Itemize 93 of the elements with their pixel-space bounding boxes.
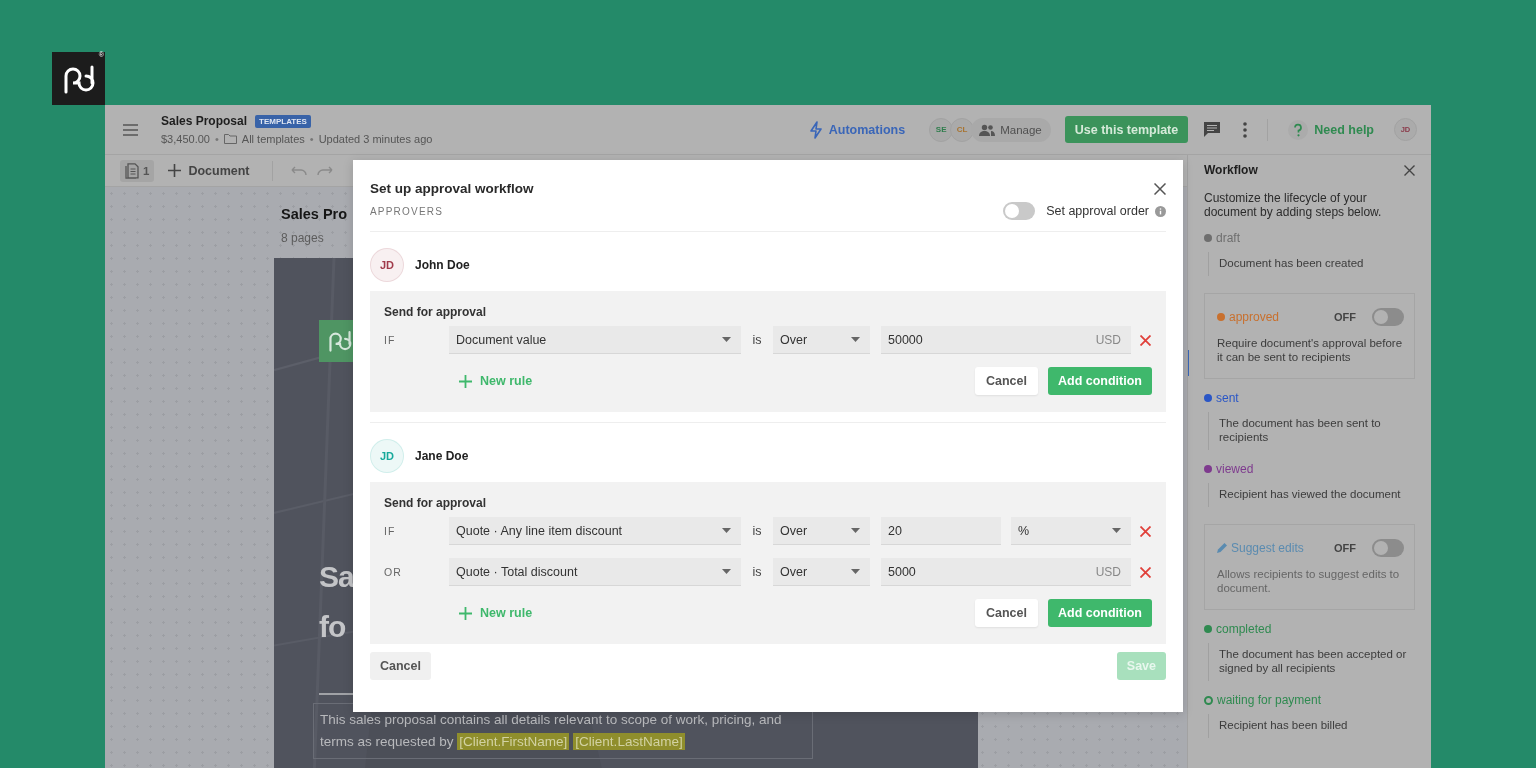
condition-title: Send for approval xyxy=(384,305,488,319)
panel-description: Customize the lifecycle of your document by adding steps below. xyxy=(1204,191,1383,219)
toggle-state: OFF xyxy=(1334,311,1356,323)
step-description: Recipient has been billed xyxy=(1208,714,1415,738)
separator-dot: • xyxy=(309,133,314,145)
approver-name: Jane Doe xyxy=(415,449,469,463)
value-field[interactable]: 20 xyxy=(881,517,1001,545)
lightning-icon xyxy=(808,120,823,139)
step-description: The document has been accepted or signed by all recipients xyxy=(1208,643,1415,681)
toggle-switch[interactable] xyxy=(1372,308,1404,326)
step-description: Allows recipients to suggest edits to document. xyxy=(1217,567,1401,595)
cover-heading: fo xyxy=(319,609,346,645)
add-condition-button[interactable]: Add condition xyxy=(1048,367,1152,395)
panel-title: Workflow xyxy=(1204,163,1258,177)
close-icon[interactable] xyxy=(1404,164,1415,176)
approver-name: John Doe xyxy=(415,258,470,272)
caret-icon xyxy=(722,337,731,342)
templates-badge: TEMPLATES xyxy=(255,114,311,128)
more-icon[interactable] xyxy=(1243,121,1248,138)
step-label: waiting for payment xyxy=(1217,693,1322,707)
value-field[interactable]: 50000 USD xyxy=(881,326,1131,354)
help-icon xyxy=(1288,119,1309,140)
step-description: The document has been sent to recipients xyxy=(1208,412,1415,450)
connector-label: IF xyxy=(384,525,397,537)
step-label: completed xyxy=(1216,622,1272,636)
section-label: APPROVERS xyxy=(370,205,444,217)
approver-avatar: JD xyxy=(370,248,404,282)
pages-icon xyxy=(125,162,139,179)
cancel-button[interactable]: Cancel xyxy=(975,367,1038,395)
comment-icon[interactable] xyxy=(1203,121,1222,138)
operator-dropdown[interactable]: Over xyxy=(773,558,870,586)
manage-button[interactable]: Manage xyxy=(971,117,1051,142)
updated-text: Updated 3 minutes ago xyxy=(318,133,433,145)
folder-link[interactable]: All templates xyxy=(241,133,305,145)
info-icon[interactable] xyxy=(1155,205,1166,217)
connector-label: IF xyxy=(384,334,397,346)
operator-dropdown[interactable]: Over xyxy=(773,326,870,354)
remove-icon[interactable] xyxy=(1140,334,1151,346)
step-label: approved xyxy=(1229,310,1280,324)
menu-icon[interactable] xyxy=(123,123,138,136)
remove-icon[interactable] xyxy=(1140,525,1151,537)
toggle-state: OFF xyxy=(1334,542,1356,554)
field-dropdown[interactable]: Document value xyxy=(449,326,741,354)
page-count: 8 pages xyxy=(281,231,324,245)
field-dropdown[interactable]: Quote · Total discount xyxy=(449,558,741,586)
plus-icon xyxy=(168,164,182,177)
plus-icon xyxy=(459,374,472,388)
cancel-button[interactable]: Cancel xyxy=(370,652,431,680)
approver-avatar: JD xyxy=(370,439,404,473)
document-title: Sales Proposal xyxy=(161,114,248,128)
comparator-label: is xyxy=(751,524,763,538)
people-icon xyxy=(979,123,996,136)
add-condition-button[interactable]: Add condition xyxy=(1048,599,1152,627)
caret-icon xyxy=(851,337,860,342)
new-rule-button[interactable]: New rule xyxy=(459,374,533,388)
step-label: draft xyxy=(1216,231,1240,245)
new-rule-button[interactable]: New rule xyxy=(459,606,533,620)
caret-icon xyxy=(722,528,731,533)
step-description: Recipient has viewed the document xyxy=(1208,483,1415,507)
plus-icon xyxy=(459,606,472,620)
toggle-label: Set approval order xyxy=(1046,204,1149,218)
add-document-button[interactable]: Document xyxy=(164,163,254,178)
close-icon[interactable] xyxy=(1154,182,1166,195)
connector-label: OR xyxy=(384,566,403,578)
remove-icon[interactable] xyxy=(1140,566,1151,578)
step-description: Document has been created xyxy=(1208,252,1415,276)
comparator-label: is xyxy=(751,565,763,579)
cover-heading: Sa xyxy=(319,559,354,595)
step-description: Require document's approval before it can be sent to recipients xyxy=(1217,336,1404,364)
caret-icon xyxy=(851,569,860,574)
operator-dropdown[interactable]: Over xyxy=(773,517,870,545)
folder-icon xyxy=(223,134,237,144)
step-label: Suggest edits xyxy=(1231,541,1304,555)
comparator-label: is xyxy=(751,333,763,347)
step-label: sent xyxy=(1216,391,1239,405)
dialog-title: Set up approval workflow xyxy=(370,181,534,196)
field-dropdown[interactable]: Quote · Any line item discount xyxy=(449,517,741,545)
pages-button[interactable]: 1 xyxy=(120,159,155,182)
unit-dropdown[interactable]: % xyxy=(1011,517,1131,545)
caret-icon xyxy=(722,569,731,574)
value-field[interactable]: 5000 USD xyxy=(881,558,1131,586)
caret-icon xyxy=(1112,528,1121,533)
step-label: viewed xyxy=(1216,462,1254,476)
document-name: Sales Pro xyxy=(281,206,348,222)
caret-icon xyxy=(851,528,860,533)
automations-button[interactable]: Automations xyxy=(808,120,906,139)
price-text: $3,450.00 xyxy=(161,133,210,145)
logo-icon xyxy=(327,330,353,352)
separator-dot: • xyxy=(214,133,219,145)
use-template-button[interactable]: Use this template xyxy=(1064,116,1189,143)
condition-title: Send for approval xyxy=(384,496,488,510)
cancel-button[interactable]: Cancel xyxy=(975,599,1038,627)
toggle-switch[interactable] xyxy=(1003,202,1036,220)
